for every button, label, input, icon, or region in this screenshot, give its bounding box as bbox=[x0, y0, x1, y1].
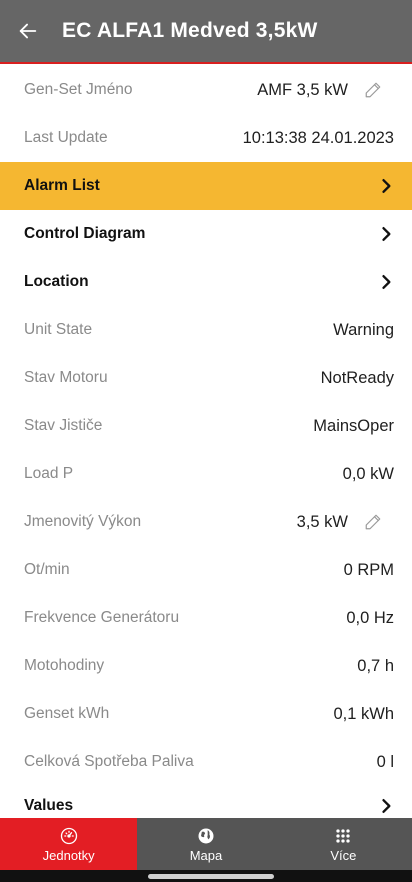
unit-state-value: Warning bbox=[333, 320, 394, 339]
chevron-right-icon bbox=[382, 799, 391, 813]
location-item[interactable]: Location bbox=[0, 258, 412, 306]
row-stav-motoru: Stav Motoru NotReady bbox=[0, 354, 412, 402]
pencil-icon[interactable] bbox=[364, 513, 382, 531]
row-stav-jistice: Stav Jističe MainsOper bbox=[0, 402, 412, 450]
grid-dots-icon bbox=[336, 828, 350, 843]
ot-min-label: Ot/min bbox=[24, 561, 70, 578]
spotreba-label: Celková Spotřeba Paliva bbox=[24, 753, 194, 770]
nav-mapa[interactable]: Mapa bbox=[137, 818, 274, 870]
unit-state-label: Unit State bbox=[24, 321, 93, 338]
arrow-left-icon bbox=[19, 23, 37, 39]
unit-detail-list: Gen-Set Jméno AMF 3,5 kW Last Update 10:… bbox=[0, 66, 412, 826]
motohodiny-label: Motohodiny bbox=[24, 657, 105, 674]
bottom-navigation: Jednotky Mapa Více bbox=[0, 818, 412, 870]
stav-motoru-value: NotReady bbox=[320, 368, 394, 387]
genset-name-label: Gen-Set Jméno bbox=[24, 81, 133, 98]
control-diagram-label: Control Diagram bbox=[24, 225, 146, 242]
load-p-label: Load P bbox=[24, 465, 74, 482]
control-diagram-item[interactable]: Control Diagram bbox=[0, 210, 412, 258]
genset-name-value: AMF 3,5 kW bbox=[257, 80, 348, 99]
row-ot-min: Ot/min 0 RPM bbox=[0, 546, 412, 594]
genset-kwh-label: Genset kWh bbox=[24, 705, 110, 722]
row-last-update: Last Update 10:13:38 24.01.2023 bbox=[0, 114, 412, 162]
spotreba-value: 0 l bbox=[376, 752, 394, 771]
frekvence-value: 0,0 Hz bbox=[346, 608, 394, 627]
stav-jistice-value: MainsOper bbox=[313, 416, 394, 435]
jmenovity-vykon-value: 3,5 kW bbox=[296, 512, 348, 531]
pencil-icon[interactable] bbox=[364, 81, 382, 99]
ot-min-value: 0 RPM bbox=[343, 560, 394, 579]
gauge-icon bbox=[60, 827, 77, 844]
motohodiny-value: 0,7 h bbox=[357, 656, 394, 675]
row-unit-state: Unit State Warning bbox=[0, 306, 412, 354]
nav-vice[interactable]: Více bbox=[275, 818, 412, 870]
chevron-right-icon bbox=[382, 275, 391, 289]
load-p-value: 0,0 kW bbox=[342, 464, 394, 483]
app-bar: EC ALFA1 Medved 3,5kW bbox=[0, 0, 412, 64]
nav-mapa-label: Mapa bbox=[189, 847, 223, 863]
row-spotreba: Celková Spotřeba Paliva 0 l bbox=[0, 738, 412, 786]
page-title: EC ALFA1 Medved 3,5kW bbox=[62, 19, 318, 42]
chevron-right-icon bbox=[382, 227, 391, 241]
alarm-list-item[interactable]: Alarm List bbox=[0, 162, 412, 210]
frekvence-label: Frekvence Generátoru bbox=[24, 609, 180, 626]
row-genset-name: Gen-Set Jméno AMF 3,5 kW bbox=[0, 66, 412, 114]
values-label: Values bbox=[24, 797, 74, 814]
globe-icon bbox=[198, 828, 214, 843]
nav-jednotky[interactable]: Jednotky bbox=[0, 818, 138, 870]
genset-name-value-wrap: AMF 3,5 kW bbox=[257, 81, 400, 100]
back-button[interactable] bbox=[0, 0, 56, 63]
stav-jistice-label: Stav Jističe bbox=[24, 417, 103, 434]
genset-kwh-value: 0,1 kWh bbox=[333, 704, 394, 723]
last-update-value: 10:13:38 24.01.2023 bbox=[242, 128, 394, 147]
nav-vice-label: Více bbox=[330, 847, 357, 863]
chevron-right-icon bbox=[382, 179, 391, 193]
last-update-label: Last Update bbox=[24, 129, 108, 146]
row-jmenovity-vykon: Jmenovitý Výkon 3,5 kW bbox=[0, 498, 412, 546]
stav-motoru-label: Stav Motoru bbox=[24, 369, 108, 386]
row-genset-kwh: Genset kWh 0,1 kWh bbox=[0, 690, 412, 738]
alarm-list-label: Alarm List bbox=[24, 177, 100, 194]
jmenovity-vykon-label: Jmenovitý Výkon bbox=[24, 513, 142, 530]
row-load-p: Load P 0,0 kW bbox=[0, 450, 412, 498]
row-motohodiny: Motohodiny 0,7 h bbox=[0, 642, 412, 690]
row-frekvence: Frekvence Generátoru 0,0 Hz bbox=[0, 594, 412, 642]
location-label: Location bbox=[24, 273, 89, 290]
nav-jednotky-label: Jednotky bbox=[42, 847, 95, 863]
jmenovity-vykon-value-wrap: 3,5 kW bbox=[297, 513, 400, 532]
gesture-handle[interactable] bbox=[148, 874, 274, 879]
